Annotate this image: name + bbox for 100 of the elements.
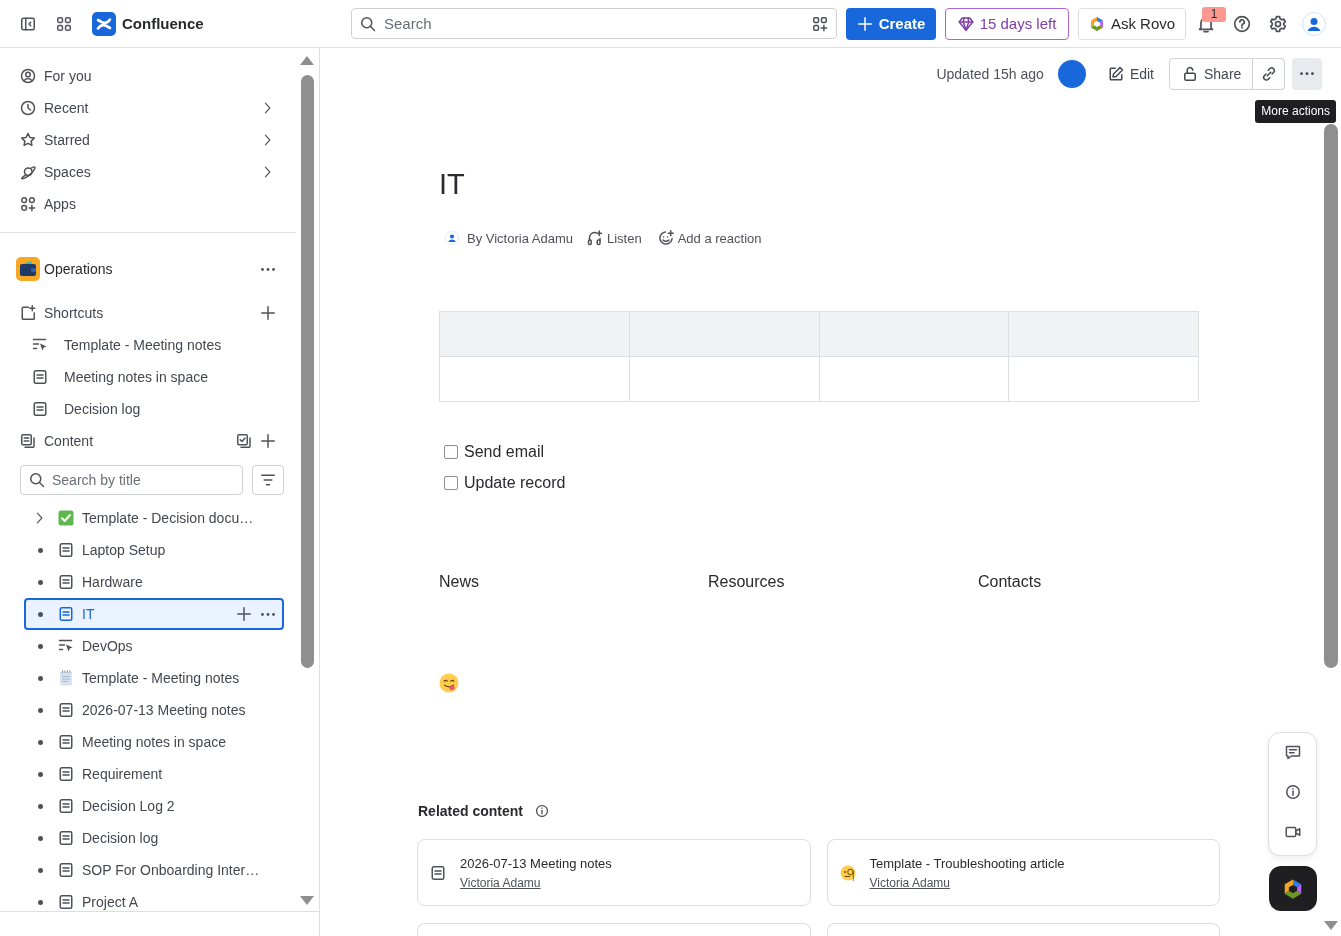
settings-icon (1269, 14, 1287, 33)
scroll-down-arrow-icon[interactable] (1324, 921, 1338, 930)
rovo-logo-icon (1088, 15, 1105, 32)
avatar-icon (1302, 11, 1326, 36)
page-tree-item[interactable]: Project A (24, 886, 284, 911)
title-search-input[interactable]: Search by title (52, 470, 234, 490)
related-card[interactable]: Template - Troubleshooting article Victoria Adamu (826, 839, 1220, 906)
plus-icon (236, 606, 252, 622)
scroll-up-arrow-icon[interactable] (300, 55, 314, 65)
grid-icon (56, 15, 72, 32)
copy-link-button[interactable] (1253, 58, 1285, 90)
page-icon (58, 542, 74, 558)
search-field[interactable]: Search (351, 8, 837, 39)
author-link[interactable]: Victoria Adamu (869, 875, 950, 890)
content-icon (20, 433, 36, 449)
info-icon (1284, 784, 1301, 800)
listen-button[interactable]: Listen (587, 230, 642, 246)
avatar-icon (1057, 60, 1086, 88)
add-reaction-icon (657, 230, 674, 246)
shortcut-item[interactable]: Decision log (12, 393, 286, 425)
page-tree-item[interactable]: 2026-07-13 Meeting notes (24, 694, 284, 726)
gem-icon (957, 15, 974, 32)
page-tree-item[interactable]: IT (24, 598, 284, 630)
notepad-emoji-icon (58, 670, 74, 686)
column-heading: Resources (708, 572, 785, 592)
nav-item[interactable]: Spaces (12, 156, 286, 188)
page-icon (430, 864, 446, 881)
search-icon (360, 15, 376, 32)
trial-button[interactable]: 15 days left (945, 7, 1069, 40)
apps-plus-icon (812, 15, 828, 32)
task-label: Update record (464, 474, 566, 492)
template-icon (32, 337, 48, 353)
card-title: 2026-07-13 Meeting notes (460, 855, 612, 871)
scrollbar-thumb[interactable] (1324, 124, 1338, 668)
profile-button[interactable] (1302, 11, 1326, 36)
share-button[interactable]: Share (1169, 58, 1253, 90)
wallet-icon (16, 257, 40, 281)
task-checkbox[interactable] (444, 476, 458, 490)
author-link[interactable]: Victoria Adamu (460, 875, 541, 890)
nav-item[interactable]: Starred (12, 124, 286, 156)
more-icon (261, 267, 275, 271)
lock-icon (1182, 66, 1198, 82)
task-checkbox[interactable] (444, 445, 458, 459)
planet-icon (20, 164, 36, 180)
apps-icon (20, 196, 36, 212)
page-tree-item[interactable]: Decision log (24, 822, 284, 854)
column-heading: News (439, 572, 479, 592)
page-tree-item[interactable]: Hardware (24, 566, 284, 598)
page-tree-item[interactable]: Template - Decision docu… (24, 502, 284, 534)
shortcut-item[interactable]: Meeting notes in space (12, 361, 286, 393)
shortcut-item[interactable]: Template - Meeting notes (12, 329, 286, 361)
template-icon (58, 638, 74, 654)
page-tree-item[interactable]: Meeting notes in space (24, 726, 284, 758)
home-link[interactable]: Confluence (92, 11, 204, 36)
card-title: Template - Troubleshooting article (869, 855, 1065, 871)
section-header[interactable]: Content (20, 433, 94, 449)
filter-button[interactable] (252, 465, 284, 495)
rovo-logo-icon (1282, 877, 1304, 900)
page-icon (58, 798, 74, 814)
person-icon (20, 68, 36, 84)
page-tree-item[interactable]: SOP For Onboarding Inter… (24, 854, 284, 886)
sidebar-toggle-icon (20, 15, 36, 32)
page-tree-item[interactable]: Requirement (24, 758, 284, 790)
scroll-down-arrow-icon[interactable] (300, 896, 314, 905)
headphones-icon (587, 230, 603, 246)
link-icon (1260, 66, 1277, 82)
title-search-field[interactable]: Search by title (20, 465, 243, 495)
comment-icon (1284, 744, 1301, 760)
nav-item[interactable]: Recent (12, 92, 286, 124)
scrollbar-thumb[interactable] (301, 75, 314, 668)
page-tree-item[interactable]: Template - Meeting notes (24, 662, 284, 694)
task-label: Send email (464, 443, 545, 461)
page-icon (58, 702, 74, 718)
nav-item[interactable]: Apps (12, 188, 286, 220)
page-title: IT (439, 167, 466, 202)
page-icon (32, 369, 48, 385)
plus-icon (260, 305, 276, 321)
column-heading: Contacts (978, 572, 1042, 592)
ask-rovo-button[interactable]: Ask Rovo (1078, 7, 1186, 40)
avatar-icon (445, 231, 459, 245)
page-icon (58, 766, 74, 782)
page-tree-item[interactable]: Laptop Setup (24, 534, 284, 566)
related-card[interactable]: 2026-07-13 Meeting notes Victoria Adamu (417, 839, 811, 906)
page-icon (58, 862, 74, 878)
video-camera-icon (1284, 824, 1301, 840)
tooltip: More actions (1255, 100, 1336, 123)
rovo-chat-button[interactable] (1269, 866, 1317, 911)
nav-item[interactable]: For you (12, 60, 286, 92)
section-heading: Related content (418, 803, 523, 819)
page-tree-item[interactable]: Decision Log 2 (24, 790, 284, 822)
page-icon (58, 894, 74, 910)
section-header[interactable]: Shortcuts (20, 305, 104, 321)
checkbox-stack-icon (236, 433, 252, 449)
space-name[interactable]: Operations (44, 261, 113, 277)
more-icon (1299, 72, 1315, 76)
search-input[interactable]: Search (384, 13, 800, 34)
add-reaction-button[interactable]: Add a reaction (657, 230, 762, 246)
page-tree-item[interactable]: DevOps (24, 630, 284, 662)
create-button[interactable]: Create (846, 7, 936, 40)
search-icon (29, 472, 45, 488)
